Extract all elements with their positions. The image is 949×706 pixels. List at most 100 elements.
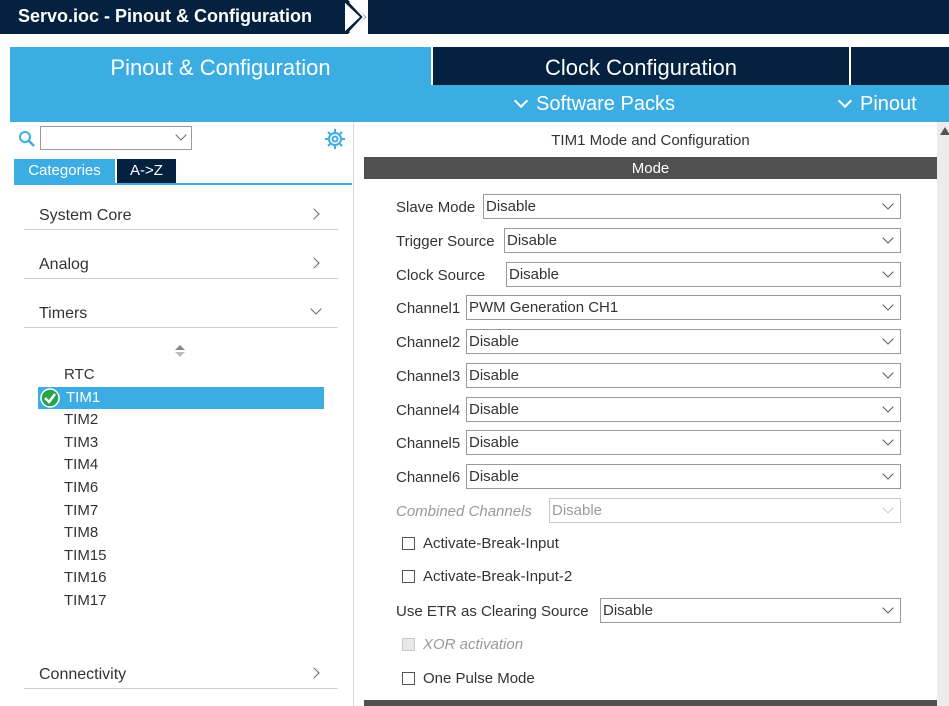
trigger-source-select[interactable]: Disable [504, 228, 901, 253]
list-item-tim4[interactable]: TIM4 [38, 454, 324, 477]
select-value: Disable [469, 401, 520, 418]
title-bar-rest [368, 0, 949, 34]
tab-a-z[interactable]: A->Z [117, 159, 176, 183]
chevron-down-icon [882, 502, 894, 514]
slave-mode-select[interactable]: Disable [483, 194, 901, 219]
configuration-section-bar[interactable] [364, 700, 937, 706]
breadcrumb-chevron-icon [342, 0, 366, 34]
chevron-right-icon [308, 208, 320, 220]
channel1-select[interactable]: PWM Generation CH1 [466, 295, 901, 320]
chevron-down-icon [310, 303, 322, 315]
pinout-label: Pinout [860, 93, 917, 115]
list-item-label: TIM1 [66, 388, 101, 406]
checkbox-label: XOR activation [423, 636, 524, 653]
chevron-right-icon [308, 667, 320, 679]
select-value: PWM Generation CH1 [469, 299, 619, 316]
list-item-tim2[interactable]: TIM2 [38, 409, 324, 432]
category-analog[interactable]: Analog [24, 243, 338, 279]
software-packs-menu[interactable]: Software Packs [512, 93, 675, 116]
select-value: Disable [486, 198, 537, 215]
chevron-down-icon [882, 266, 894, 278]
chevron-down-icon [882, 299, 894, 311]
checkbox[interactable] [402, 570, 415, 583]
field-label: Channel1 [396, 300, 461, 317]
section-header-mode[interactable]: Mode [364, 157, 937, 179]
select-value: Disable [469, 333, 520, 350]
category-system-core[interactable]: System Core [24, 194, 338, 230]
select-value: Disable [509, 266, 560, 283]
category-connectivity[interactable]: Connectivity [24, 653, 338, 689]
field-label: Channel6 [396, 469, 461, 486]
channel4-select[interactable]: Disable [466, 397, 901, 422]
panel-splitter[interactable] [937, 122, 949, 706]
checkbox[interactable] [402, 537, 415, 550]
select-value: Disable [603, 602, 654, 619]
tab-pinout-configuration[interactable]: Pinout & Configuration [10, 47, 431, 85]
field-label: Use ETR as Clearing Source [396, 603, 589, 620]
list-item-tim7[interactable]: TIM7 [38, 500, 324, 523]
select-value: Disable [469, 468, 520, 485]
field-label: Clock Source [396, 267, 486, 284]
checkbox-label: Activate-Break-Input [423, 535, 559, 552]
title-bar: Servo.ioc - Pinout & Configuration [0, 0, 949, 34]
clock-source-select[interactable]: Disable [506, 262, 901, 287]
mode-config-panel: TIM1 Mode and Configuration Mode Slave M… [364, 122, 937, 706]
tab-clock-configuration[interactable]: Clock Configuration [433, 47, 849, 85]
list-item-tim8[interactable]: TIM8 [38, 522, 324, 545]
chevron-down-icon [882, 401, 894, 413]
checkbox-label: Activate-Break-Input-2 [423, 568, 573, 585]
pinout-menu[interactable]: Pinout [836, 93, 917, 116]
search-icon[interactable] [18, 130, 36, 148]
chevron-down-icon [513, 93, 529, 109]
category-label: Timers [39, 305, 88, 322]
sub-toolbar: Software Packs Pinout [10, 85, 949, 122]
field-label: Trigger Source [396, 233, 495, 250]
list-item-tim15[interactable]: TIM15 [38, 545, 324, 568]
field-label: Combined Channels [396, 503, 532, 520]
category-label: System Core [39, 207, 132, 224]
tab-overflow[interactable] [851, 47, 949, 85]
collapse-arrow-icon[interactable] [940, 127, 949, 135]
chevron-right-icon [308, 257, 320, 269]
tab-underline [14, 183, 352, 185]
tab-categories[interactable]: Categories [14, 159, 115, 183]
channel5-select[interactable]: Disable [466, 430, 901, 455]
chevron-down-icon [882, 198, 894, 210]
field-label: Channel2 [396, 334, 461, 351]
list-item-tim16[interactable]: TIM16 [38, 567, 324, 590]
channel6-select[interactable]: Disable [466, 464, 901, 489]
checkbox [402, 638, 415, 651]
combined-channels-select: Disable [549, 498, 901, 523]
gear-icon[interactable] [324, 128, 346, 150]
chevron-down-icon [882, 367, 894, 379]
category-timers[interactable]: Timers [24, 292, 338, 328]
etr-clearing-source-select[interactable]: Disable [600, 598, 901, 623]
timer-list: RTC TIM1 TIM2 TIM3 TIM4 TIM6 TIM7 TIM8 T… [38, 364, 324, 613]
chevron-down-icon[interactable] [175, 129, 187, 141]
check-circle-icon [40, 387, 60, 408]
list-item-rtc[interactable]: RTC [38, 364, 324, 387]
field-label: Channel3 [396, 368, 461, 385]
chevron-down-icon [882, 333, 894, 345]
field-label: Channel4 [396, 402, 461, 419]
list-item-tim3[interactable]: TIM3 [38, 432, 324, 455]
field-label: Channel5 [396, 435, 461, 452]
sort-icon[interactable] [174, 344, 186, 358]
list-item-tim1[interactable]: TIM1 [38, 386, 324, 410]
main-tabs: Pinout & Configuration Clock Configurati… [10, 47, 949, 85]
search-input[interactable] [40, 126, 192, 150]
channel2-select[interactable]: Disable [466, 329, 901, 354]
window-title: Servo.ioc - Pinout & Configuration [0, 0, 345, 34]
field-label: Slave Mode [396, 199, 476, 216]
software-packs-label: Software Packs [536, 93, 675, 115]
category-label: Connectivity [39, 666, 127, 683]
select-value: Disable [469, 367, 520, 384]
sidebar: Categories A->Z System Core Analog Timer… [10, 122, 354, 706]
chevron-down-icon [882, 434, 894, 446]
checkbox-label: One Pulse Mode [423, 670, 535, 687]
list-item-tim17[interactable]: TIM17 [38, 590, 324, 613]
list-item-tim6[interactable]: TIM6 [38, 477, 324, 500]
channel3-select[interactable]: Disable [466, 363, 901, 388]
select-value: Disable [469, 434, 520, 451]
checkbox[interactable] [402, 672, 415, 685]
